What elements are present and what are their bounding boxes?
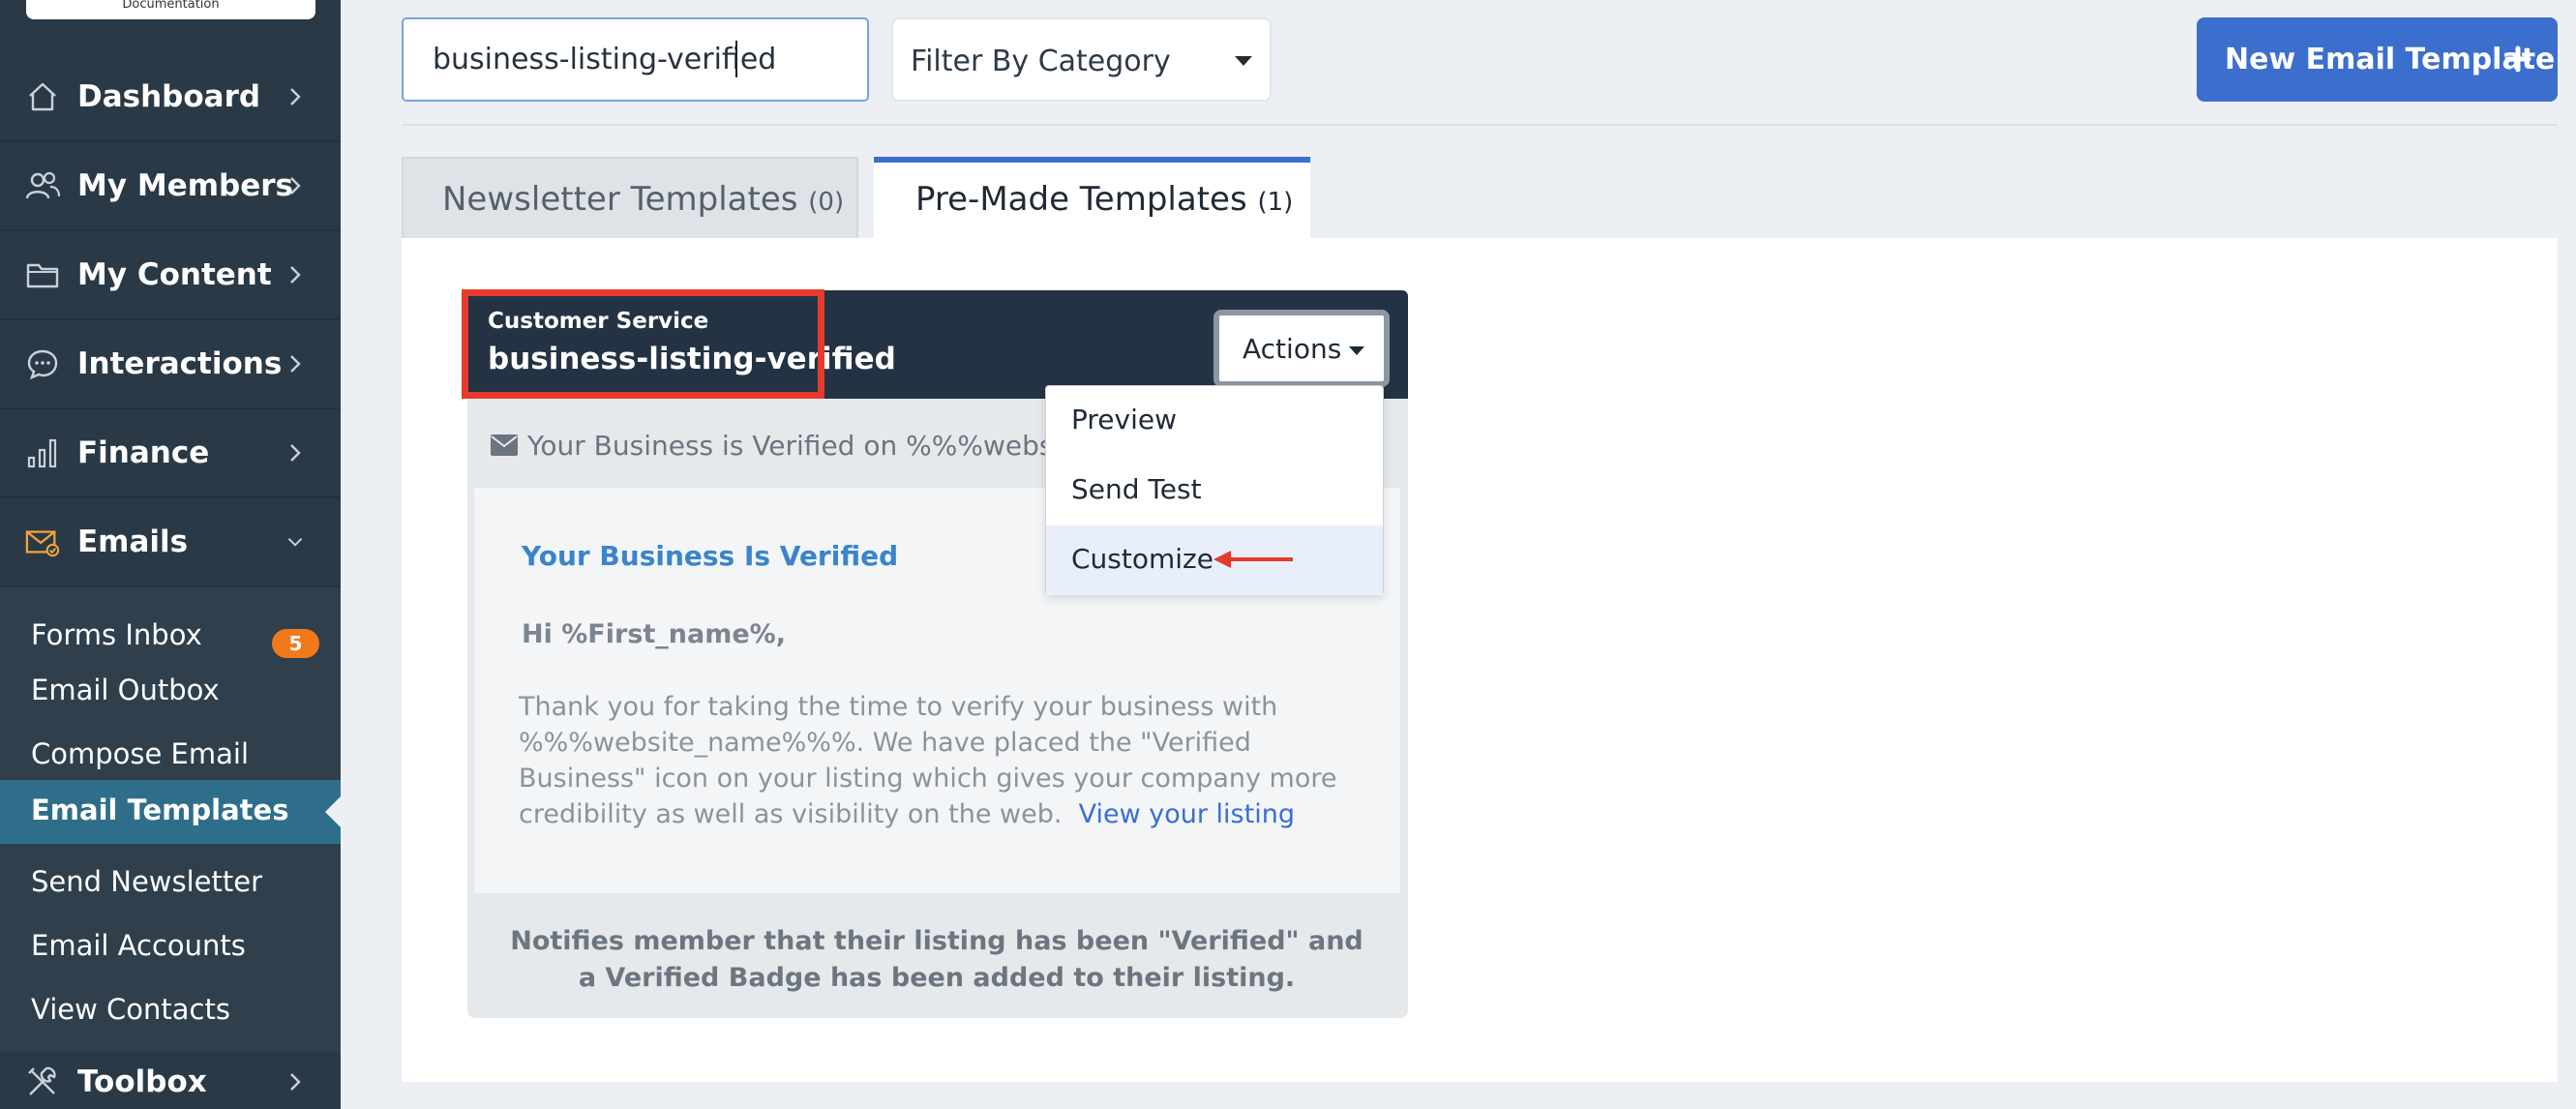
sidebar-item-compose-email[interactable]: Compose Email bbox=[0, 724, 341, 788]
annotation-arrow-icon bbox=[1212, 548, 1295, 571]
sidebar-item-label: Email Outbox bbox=[31, 674, 220, 706]
view-listing-link[interactable]: View your listing bbox=[1079, 799, 1295, 829]
chevron-right-icon bbox=[286, 435, 304, 470]
tools-icon bbox=[25, 1064, 60, 1099]
filter-label: Filter By Category bbox=[911, 45, 1171, 78]
sidebar-item-label: Interactions bbox=[77, 346, 283, 381]
text-cursor bbox=[735, 41, 737, 77]
menu-item-label: Customize bbox=[1071, 543, 1213, 575]
sidebar-item-label: View Contacts bbox=[31, 993, 230, 1026]
sidebar-item-label: Forms Inbox bbox=[31, 618, 202, 651]
sidebar-item-view-contacts[interactable]: View Contacts bbox=[0, 979, 341, 1043]
menu-item-send-test[interactable]: Send Test bbox=[1046, 456, 1383, 525]
sidebar-item-email-outbox[interactable]: Email Outbox bbox=[0, 660, 341, 724]
menu-item-label: Preview bbox=[1071, 404, 1177, 435]
annotation-highlight-box bbox=[462, 289, 824, 399]
sidebar-item-email-accounts[interactable]: Email Accounts bbox=[0, 915, 341, 979]
email-subject: Your Business is Verified on %%%website_… bbox=[527, 430, 1050, 462]
sidebar-item-label: Finance bbox=[77, 435, 210, 470]
actions-button[interactable]: Actions bbox=[1213, 310, 1390, 387]
search-input[interactable]: business-listing-verified bbox=[402, 17, 869, 102]
sidebar-item-email-templates[interactable]: Email Templates bbox=[0, 780, 341, 844]
sidebar: Documentation Dashboard My Members My Co… bbox=[0, 0, 341, 1109]
folder-icon bbox=[25, 257, 60, 292]
tab-pre-made-templates[interactable]: Pre-Made Templates (1) bbox=[874, 157, 1310, 238]
chevron-right-icon bbox=[286, 346, 304, 381]
sidebar-item-label: Email Accounts bbox=[31, 929, 246, 962]
chevron-right-icon bbox=[286, 1064, 304, 1099]
menu-item-label: Send Test bbox=[1071, 473, 1202, 505]
search-value: business-listing-verified bbox=[433, 43, 777, 76]
members-icon bbox=[25, 168, 60, 203]
envelope-icon bbox=[491, 435, 518, 456]
sidebar-item-finance[interactable]: Finance bbox=[0, 409, 341, 498]
chevron-down-icon bbox=[286, 525, 304, 559]
sidebar-item-interactions[interactable]: Interactions bbox=[0, 320, 341, 409]
sidebar-item-my-members[interactable]: My Members bbox=[0, 142, 341, 231]
sidebar-item-label: Toolbox bbox=[77, 1064, 207, 1099]
caret-down-icon bbox=[1349, 346, 1364, 355]
sidebar-item-label: Compose Email bbox=[31, 737, 250, 770]
caret-down-icon bbox=[1235, 56, 1252, 66]
new-email-template-button[interactable]: New Email Template bbox=[2197, 17, 2558, 102]
emails-submenu: Forms Inbox 5 Email Outbox Compose Email… bbox=[0, 587, 341, 1052]
count-badge: 5 bbox=[272, 629, 319, 658]
tab-count: (0) bbox=[808, 188, 845, 217]
plus-icon bbox=[2504, 45, 2531, 73]
tab-newsletter-templates[interactable]: Newsletter Templates (0) bbox=[402, 157, 858, 238]
email-icon bbox=[25, 525, 60, 559]
sidebar-item-label: Dashboard bbox=[77, 79, 261, 114]
logo-text: Documentation bbox=[122, 0, 220, 12]
email-greeting: Hi %First_name%, bbox=[522, 619, 786, 649]
sidebar-item-my-content[interactable]: My Content bbox=[0, 231, 341, 320]
menu-item-preview[interactable]: Preview bbox=[1046, 386, 1383, 456]
tab-count: (1) bbox=[1257, 188, 1294, 217]
chevron-right-icon bbox=[286, 79, 304, 114]
tab-label: Pre-Made Templates (1) bbox=[915, 180, 1294, 219]
chevron-right-icon bbox=[286, 168, 304, 203]
divider bbox=[402, 124, 2558, 126]
email-body-title: Your Business Is Verified bbox=[522, 540, 899, 572]
sidebar-item-label: My Members bbox=[77, 168, 293, 203]
button-label: Actions bbox=[1243, 333, 1342, 365]
sidebar-item-send-newsletter[interactable]: Send Newsletter bbox=[0, 852, 341, 915]
filter-category-select[interactable]: Filter By Category bbox=[891, 17, 1272, 102]
template-description: Notifies member that their listing has b… bbox=[510, 926, 1363, 993]
sidebar-item-toolbox[interactable]: Toolbox bbox=[0, 1037, 341, 1109]
sidebar-item-label: Emails bbox=[77, 525, 189, 559]
sidebar-item-emails[interactable]: Emails bbox=[0, 498, 341, 587]
logo[interactable]: Documentation bbox=[26, 0, 315, 19]
email-paragraph: Thank you for taking the time to verify … bbox=[519, 689, 1370, 832]
home-icon bbox=[25, 79, 60, 114]
bar-chart-icon bbox=[25, 435, 60, 470]
chat-icon bbox=[25, 346, 60, 381]
sidebar-item-label: Send Newsletter bbox=[31, 865, 263, 898]
sidebar-item-label: Email Templates bbox=[31, 794, 289, 826]
sidebar-item-label: My Content bbox=[77, 257, 272, 292]
sidebar-item-dashboard[interactable]: Dashboard bbox=[0, 53, 341, 142]
chevron-right-icon bbox=[286, 257, 304, 292]
tab-label: Newsletter Templates (0) bbox=[442, 180, 845, 219]
